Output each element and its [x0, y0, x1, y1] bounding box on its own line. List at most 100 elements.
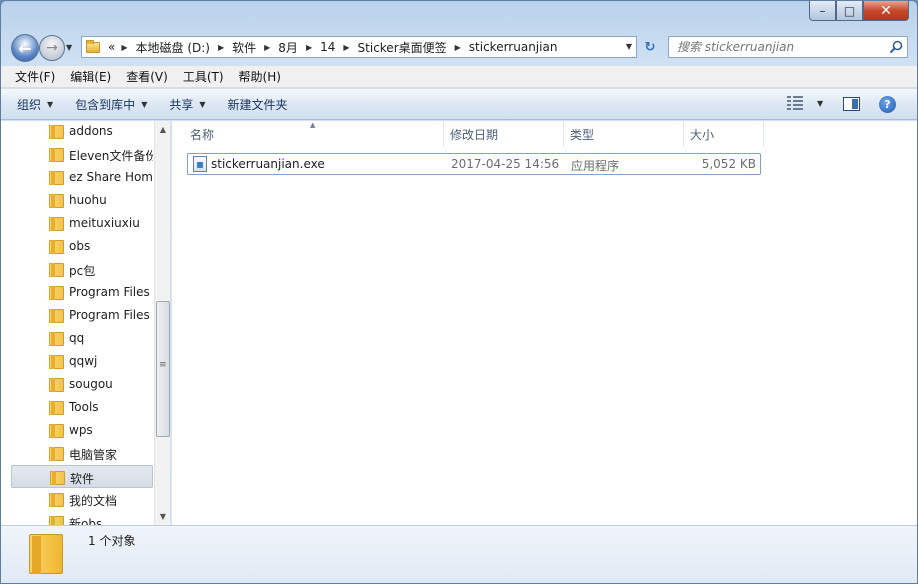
tree-item-folder[interactable]: Eleven文件备份 [11, 143, 153, 166]
menu-tools[interactable]: 工具(T) [179, 68, 228, 85]
menu-view[interactable]: 查看(V) [122, 68, 172, 85]
tree-item-folder[interactable]: Program Files [11, 304, 153, 327]
file-type: 应用程序 [571, 157, 619, 174]
chevron-right-icon[interactable]: ▶ [264, 43, 270, 52]
folder-icon [49, 171, 64, 185]
column-header-modified[interactable]: 修改日期 [444, 121, 564, 147]
new-folder-label: 新建文件夹 [228, 96, 288, 113]
column-size-label: 大小 [690, 126, 714, 143]
file-name: stickerruanjian.exe [211, 157, 325, 171]
tree-item-label: Eleven文件备份 [69, 147, 153, 164]
caret-down-icon: ▼ [817, 99, 823, 108]
chevron-right-icon[interactable]: ▶ [343, 43, 349, 52]
refresh-button[interactable]: ↻ [639, 37, 661, 57]
chevron-right-icon[interactable]: ▶ [455, 43, 461, 52]
scrollbar-thumb[interactable] [156, 301, 170, 437]
tree-item-folder[interactable]: obs [11, 235, 153, 258]
tree-item-folder[interactable]: 我的文档 [11, 488, 153, 511]
change-view-button[interactable]: ▼ [787, 96, 823, 110]
folder-icon [49, 194, 64, 208]
tree-item-label: Program Files [69, 308, 150, 322]
breadcrumb-item[interactable]: 本地磁盘 (D:) [136, 39, 210, 56]
tree-item-folder[interactable]: wps [11, 419, 153, 442]
folder-icon [29, 534, 63, 574]
scroll-up-button[interactable]: ▲ [155, 121, 171, 138]
tree-item-label: 软件 [70, 470, 94, 487]
caret-down-icon: ▼ [199, 100, 205, 109]
folder-icon [49, 447, 64, 461]
column-header-name[interactable]: 名称 [184, 121, 444, 147]
command-bar: 组织 ▼ 包含到库中 ▼ 共享 ▼ 新建文件夹 ▼ ? [1, 89, 917, 120]
caret-down-icon: ▼ [141, 100, 147, 109]
navigation-scrollbar[interactable]: ▲ ▼ [154, 121, 171, 525]
breadcrumb-item[interactable]: 14 [320, 40, 335, 54]
tree-item-folder[interactable]: 新obs [11, 511, 153, 525]
folder-icon [50, 471, 65, 485]
column-type-label: 类型 [570, 126, 594, 143]
back-button[interactable]: ← [11, 34, 39, 62]
tree-item-label: addons [69, 124, 113, 138]
chevron-right-icon[interactable]: ▶ [306, 43, 312, 52]
menu-file[interactable]: 文件(F) [11, 68, 59, 85]
tree-item-folder[interactable]: meituxiuxiu [11, 212, 153, 235]
folder-icon [49, 286, 64, 300]
tree-item-folder[interactable]: pc包 [11, 258, 153, 281]
maximize-button[interactable]: □ [836, 1, 863, 21]
folder-icon [49, 240, 64, 254]
organize-button[interactable]: 组织 ▼ [17, 96, 53, 113]
search-box[interactable] [668, 36, 908, 58]
tree-item-label: qq [69, 331, 84, 345]
breadcrumb: « ▶ 本地磁盘 (D:) ▶ 软件 ▶ 8月 ▶ 14 ▶ Sticker桌面… [108, 39, 557, 56]
folder-icon [49, 263, 64, 277]
breadcrumb-item[interactable]: stickerruanjian [469, 40, 558, 54]
tree-item-folder[interactable]: 电脑管家 [11, 442, 153, 465]
navigation-row: ← → ▼ « ▶ 本地磁盘 (D:) ▶ 软件 ▶ 8月 ▶ 14 ▶ Sti… [1, 31, 917, 65]
caret-down-icon: ▼ [47, 100, 53, 109]
tree-item-folder[interactable]: Program Files [11, 281, 153, 304]
include-in-library-button[interactable]: 包含到库中 ▼ [75, 96, 147, 113]
breadcrumb-overflow[interactable]: « [108, 40, 115, 54]
recent-pages-dropdown[interactable]: ▼ [66, 43, 72, 52]
folder-icon [49, 332, 64, 346]
minimize-button[interactable]: – [809, 1, 836, 21]
share-button[interactable]: 共享 ▼ [169, 96, 205, 113]
column-name-label: 名称 [190, 126, 214, 143]
new-folder-button[interactable]: 新建文件夹 [228, 96, 288, 113]
details-pane: 1 个对象 [1, 525, 917, 584]
breadcrumb-item[interactable]: Sticker桌面便签 [358, 39, 447, 56]
address-bar[interactable]: « ▶ 本地磁盘 (D:) ▶ 软件 ▶ 8月 ▶ 14 ▶ Sticker桌面… [81, 36, 637, 58]
preview-pane-button[interactable] [843, 97, 860, 111]
chevron-right-icon: ▶ [121, 43, 127, 52]
search-input[interactable] [677, 40, 877, 54]
tree-item-folder[interactable]: 软件 [11, 465, 153, 488]
tree-item-folder[interactable]: Tools [11, 396, 153, 419]
close-button[interactable]: ✕ [863, 1, 909, 21]
help-button[interactable]: ? [879, 96, 896, 113]
column-header-type[interactable]: 类型 [564, 121, 684, 147]
menu-edit[interactable]: 编辑(E) [66, 68, 115, 85]
folder-icon [49, 493, 64, 507]
folder-icon [49, 401, 64, 415]
chevron-right-icon[interactable]: ▶ [218, 43, 224, 52]
folder-icon [49, 355, 64, 369]
tree-item-folder[interactable]: ez Share Home [11, 166, 153, 189]
tree-item-folder[interactable]: qqwj [11, 350, 153, 373]
address-history-dropdown[interactable]: ▼ [626, 42, 632, 51]
tree-item-label: 新obs [69, 515, 102, 525]
tree-item-folder[interactable]: huohu [11, 189, 153, 212]
menu-bar: 文件(F) 编辑(E) 查看(V) 工具(T) 帮助(H) [1, 66, 917, 88]
tree-item-folder[interactable]: qq [11, 327, 153, 350]
file-row[interactable]: stickerruanjian.exe 2017-04-25 14:56 应用程… [187, 153, 761, 175]
tree-item-folder[interactable]: sougou [11, 373, 153, 396]
help-icon: ? [884, 98, 890, 111]
scroll-down-button[interactable]: ▼ [155, 508, 171, 525]
tree-item-folder[interactable]: addons [11, 121, 153, 143]
forward-button[interactable]: → [39, 35, 65, 61]
search-icon[interactable] [889, 40, 903, 54]
breadcrumb-item[interactable]: 8月 [278, 39, 298, 56]
column-header-size[interactable]: 大小 [684, 121, 764, 147]
menu-help[interactable]: 帮助(H) [235, 68, 285, 85]
folder-icon [49, 309, 64, 323]
breadcrumb-item[interactable]: 软件 [232, 39, 256, 56]
file-list: ▲ 名称 修改日期 类型 大小 stickerruanjian.exe 2017… [172, 121, 917, 525]
